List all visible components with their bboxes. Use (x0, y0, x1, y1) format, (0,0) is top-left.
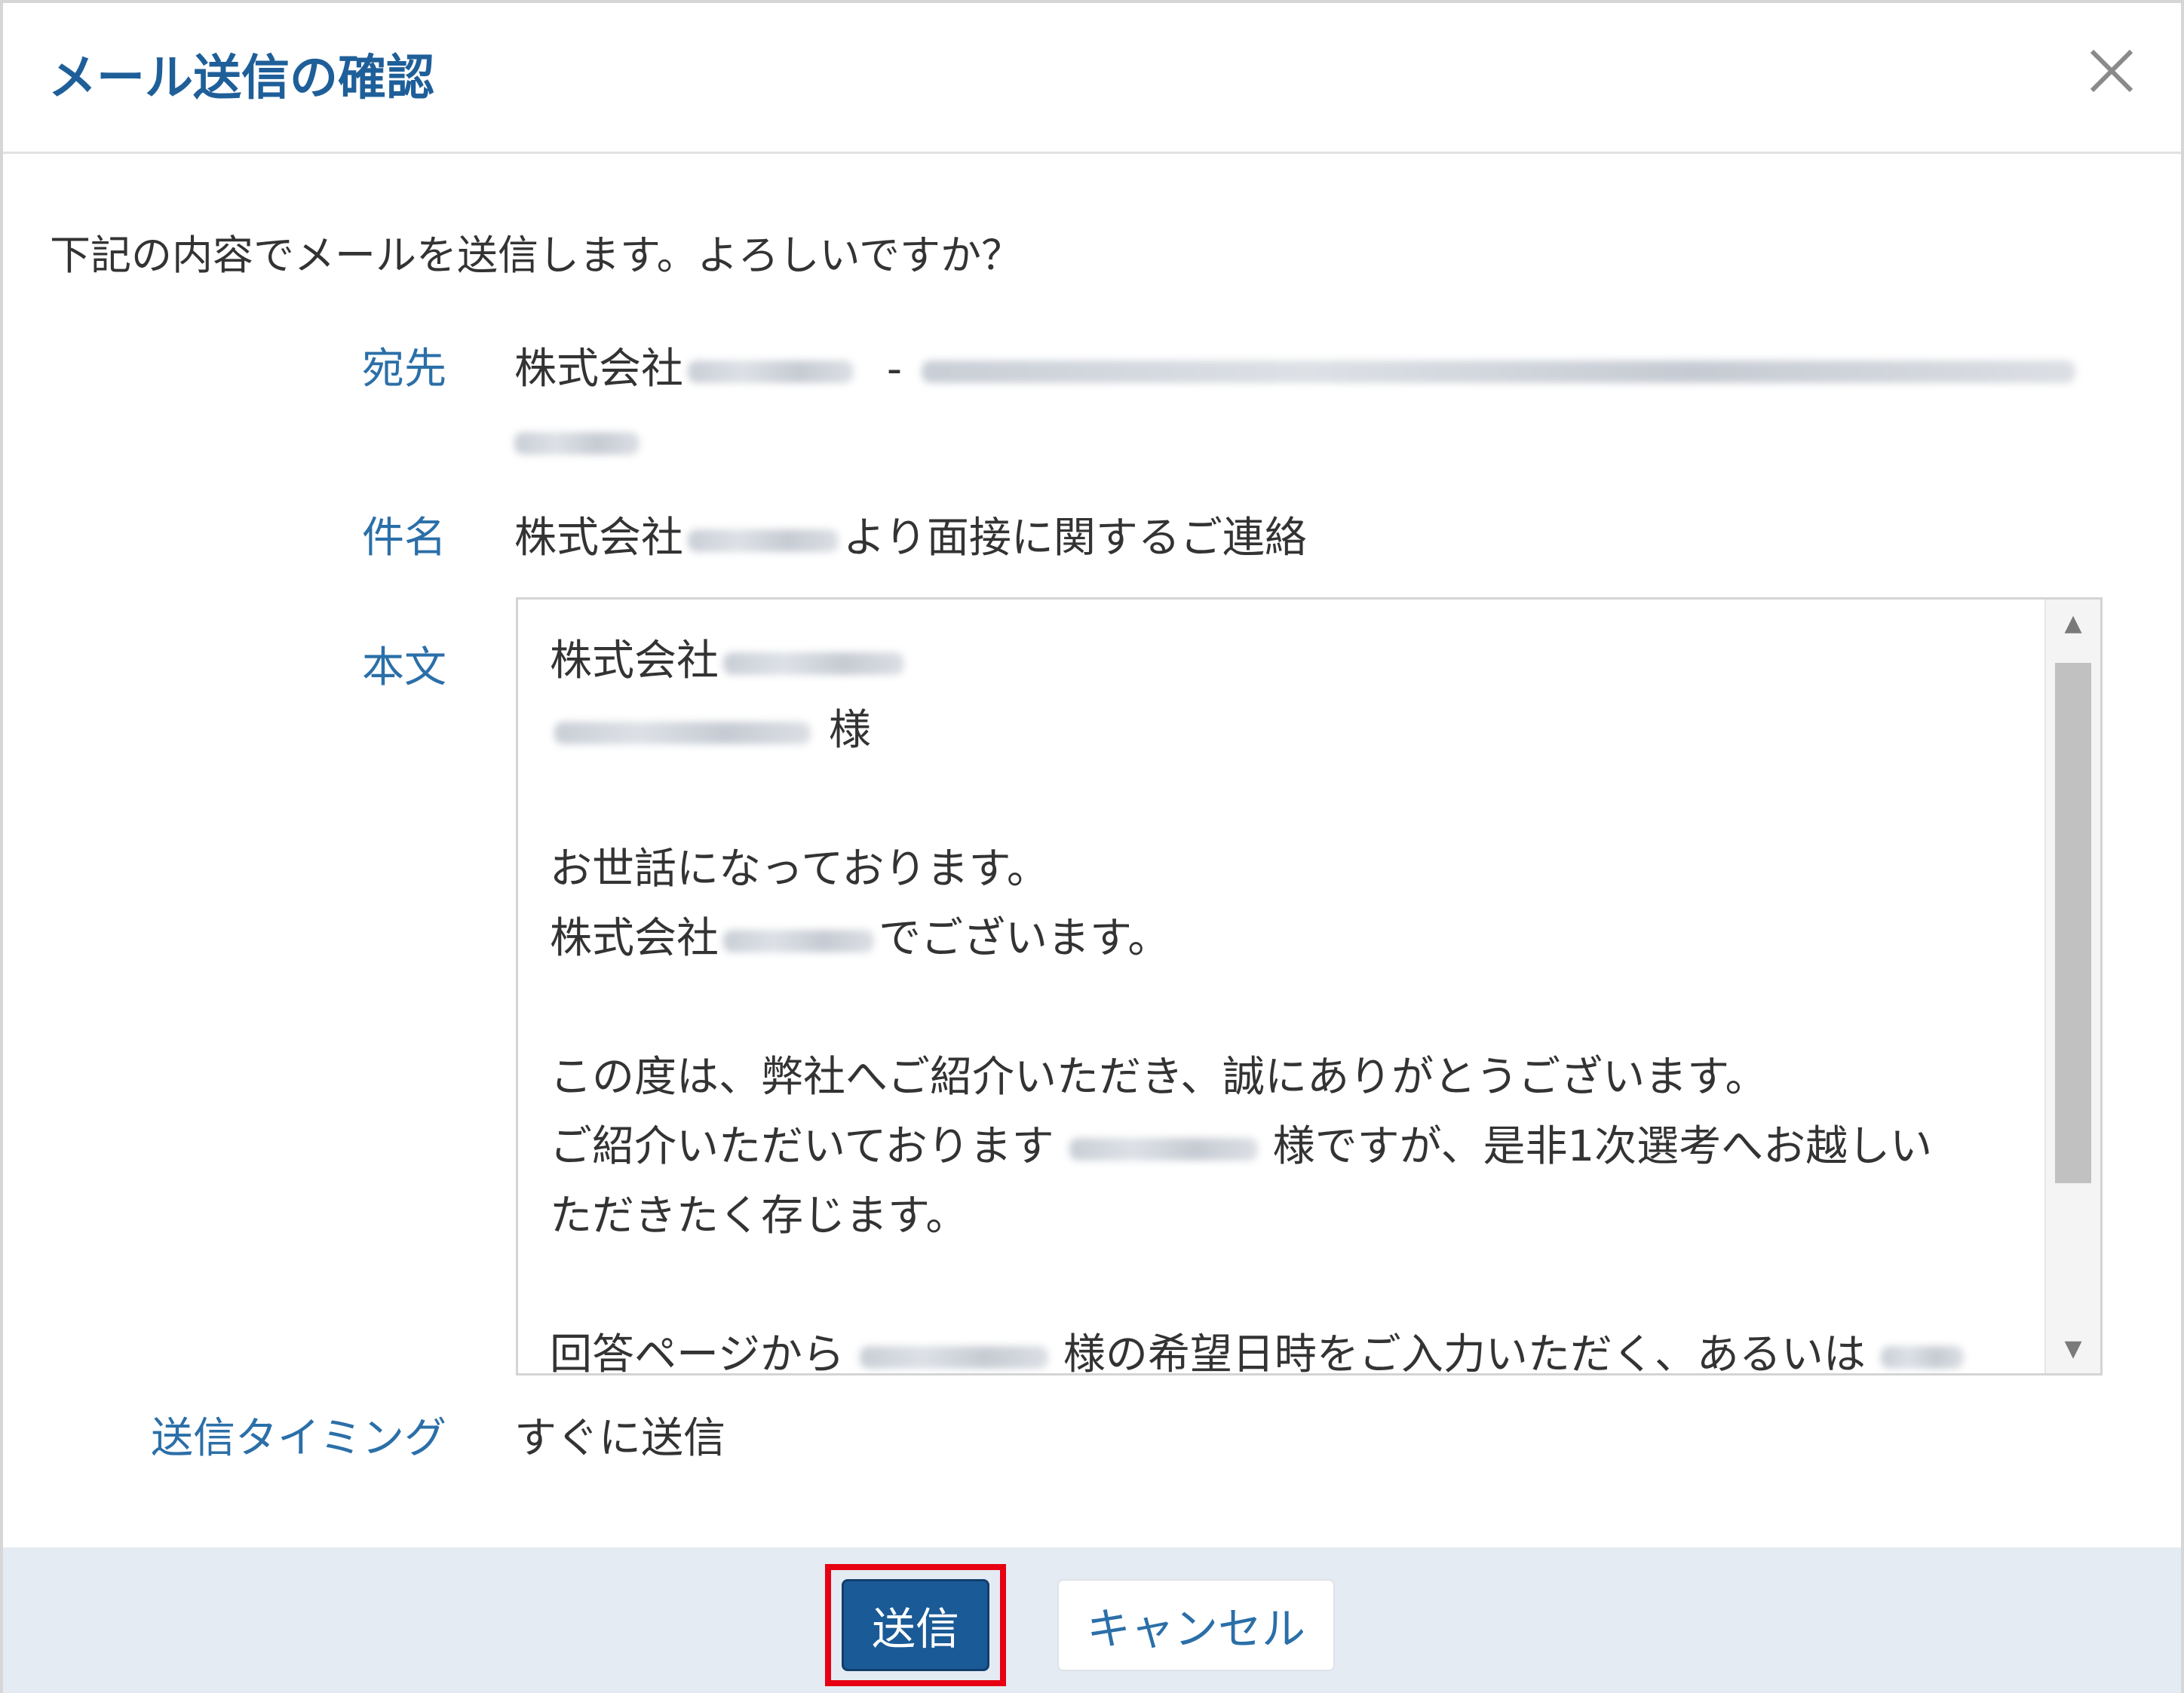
scroll-thumb[interactable] (2055, 663, 2091, 1183)
subject-value: 株式会社 より面接に関するご連絡 (514, 504, 1307, 565)
body-line: 回答ページから 様の希望日時をご入力いただく、あるいは (550, 1320, 2028, 1373)
redacted-company (723, 929, 874, 952)
body-line: この度は、弊社へご紹介いただき、誠にありがとうございます。 (550, 1053, 1768, 1102)
dialog-title: メール送信の確認 (48, 51, 434, 106)
scroll-up-arrow-icon[interactable]: ▲ (2046, 600, 2100, 648)
body-line: お世話になっております。 (550, 845, 1049, 894)
body-label: 本文 (362, 643, 446, 692)
timing-label: 送信タイミング (151, 1414, 446, 1463)
cancel-button[interactable]: キャンセル (1057, 1579, 1335, 1671)
to-company-prefix: 株式会社 (514, 345, 683, 394)
body-line: 株式会社 (550, 627, 2028, 696)
body-line (550, 1251, 2028, 1320)
body-line: 株式会社 でございます。 (550, 914, 1170, 963)
redacted-name (859, 1345, 1048, 1369)
body-scrollbar[interactable]: ▲ ▼ (2044, 600, 2100, 1373)
subject-label: 件名 (362, 514, 446, 563)
redacted-text (514, 431, 640, 455)
body-line: ただきたく存じます。 (550, 1192, 968, 1241)
body-line: 様 (550, 696, 2028, 765)
close-button[interactable] (2081, 41, 2142, 101)
to-value-continued (510, 416, 644, 465)
redacted-name (1069, 1137, 1258, 1161)
redacted-company (688, 360, 854, 383)
redacted-name (554, 721, 811, 744)
close-icon (2090, 49, 2133, 93)
confirm-message: 下記の内容でメールを送信します。よろしいですか？ (50, 232, 1022, 279)
send-button[interactable]: 送信 (842, 1579, 989, 1671)
mail-body-textarea[interactable]: 株式会社 様 お世話になっております。 株式会社 でございます。 この度は、弊社へ… (516, 597, 2103, 1376)
redacted-email (922, 360, 2076, 383)
timing-value: すぐに送信 (514, 1414, 725, 1463)
to-value: 株式会社 - (514, 335, 2080, 396)
scroll-down-arrow-icon[interactable]: ▼ (2046, 1325, 2100, 1373)
subject-prefix: 株式会社 (514, 514, 683, 563)
to-label: 宛先 (362, 345, 446, 394)
body-line (550, 974, 2028, 1043)
to-separator: - (886, 345, 903, 394)
redacted-name (1880, 1345, 1964, 1369)
redacted-company (723, 652, 904, 675)
body-line: ご紹介いただいております 様ですが、是非1次選考へお越しい (550, 1122, 1933, 1171)
mail-confirm-dialog: メール送信の確認 下記の内容でメールを送信します。よろしいですか？ 宛先 株式会… (0, 0, 2184, 1693)
dialog-header: メール送信の確認 (3, 3, 2181, 154)
redacted-company (688, 529, 839, 552)
body-line (550, 765, 2028, 835)
subject-suffix: より面接に関するご連絡 (843, 514, 1307, 563)
mail-body-text: 株式会社 様 お世話になっております。 株式会社 でございます。 この度は、弊社へ… (550, 627, 2028, 1373)
